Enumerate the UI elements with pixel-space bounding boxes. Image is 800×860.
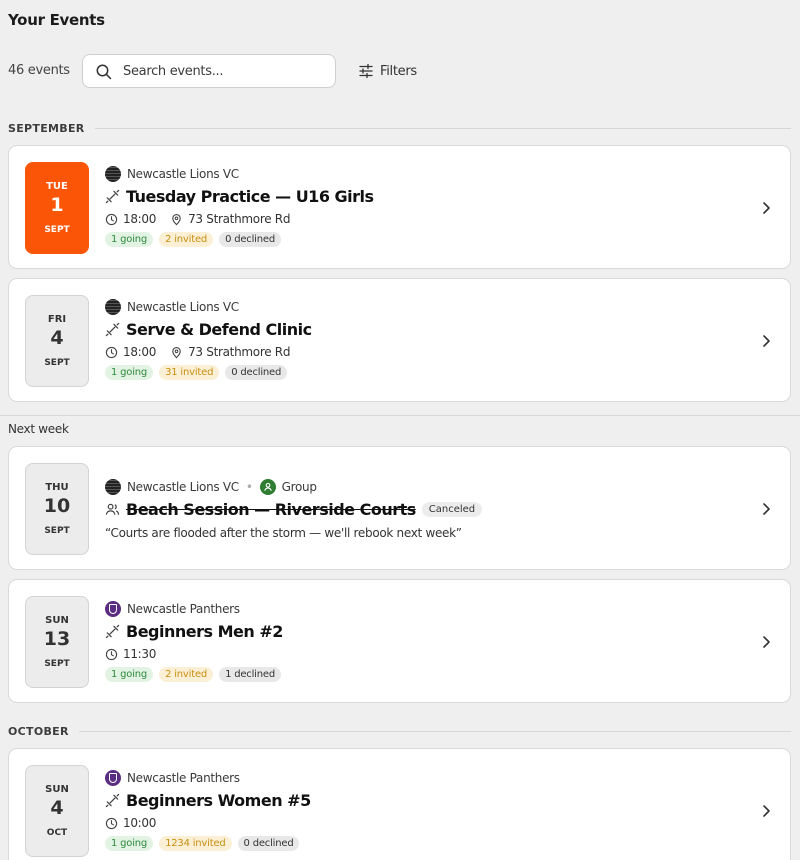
event-card[interactable]: TUE 1 SEPT Newcastle Lions VC Tuesday Pr… bbox=[8, 145, 791, 269]
event-time: 10:00 bbox=[123, 816, 157, 830]
date-month: SEPT bbox=[44, 225, 70, 235]
date-weekday: SUN bbox=[45, 615, 69, 626]
date-weekday: FRI bbox=[47, 314, 67, 325]
section-header-september: SEPTEMBER bbox=[8, 120, 791, 136]
search-icon bbox=[96, 64, 112, 80]
event-card[interactable]: SUN 13 SEPT Newcastle Panthers Beginners… bbox=[8, 579, 791, 703]
date-tile: THU 10 SEPT bbox=[25, 463, 89, 555]
section-divider bbox=[78, 730, 791, 732]
club-name: Newcastle Lions VC bbox=[127, 167, 239, 181]
panthers-logo-icon bbox=[105, 770, 121, 786]
page-title: Your Events bbox=[8, 11, 105, 29]
club-name: Newcastle Panthers bbox=[127, 771, 240, 785]
section-header-next-week: Next week bbox=[0, 415, 800, 441]
search-input[interactable] bbox=[123, 61, 323, 81]
clock-icon bbox=[105, 346, 118, 358]
group-label: Group bbox=[281, 480, 317, 494]
event-count: 46 events bbox=[8, 63, 70, 78]
declined-badge: 1 declined bbox=[219, 667, 281, 682]
lions-logo-icon bbox=[105, 166, 121, 182]
date-day: 4 bbox=[50, 327, 64, 349]
status-badge: Canceled bbox=[421, 501, 483, 517]
dumbbell-icon bbox=[105, 793, 120, 807]
date-tile: TUE 1 SEPT bbox=[25, 162, 89, 254]
section-title: OCTOBER bbox=[8, 724, 69, 738]
section-divider bbox=[94, 127, 791, 129]
going-badge: 1 going bbox=[105, 232, 154, 247]
clock-icon bbox=[105, 817, 118, 829]
filters-button[interactable]: Filters bbox=[358, 61, 417, 81]
search-box[interactable] bbox=[82, 54, 336, 88]
event-title: Beginners Women #5 bbox=[126, 790, 311, 810]
date-weekday: SUN bbox=[45, 784, 69, 795]
date-day: 13 bbox=[43, 628, 71, 650]
event-title: Beach Session — Riverside Courts bbox=[126, 499, 416, 519]
chevron-right-icon bbox=[763, 805, 770, 817]
sliders-icon bbox=[359, 63, 373, 79]
going-badge: 1 going bbox=[105, 365, 154, 380]
date-tile: SUN 13 SEPT bbox=[25, 596, 89, 688]
date-month: OCT bbox=[46, 828, 68, 838]
invited-badge: 31 invited bbox=[159, 365, 220, 380]
date-day: 10 bbox=[43, 495, 71, 517]
event-time: 18:00 bbox=[123, 212, 157, 226]
filters-label: Filters bbox=[380, 63, 417, 79]
chevron-right-icon bbox=[763, 503, 770, 515]
dumbbell-icon bbox=[105, 322, 120, 336]
going-badge: 1 going bbox=[105, 667, 154, 682]
date-month: SEPT bbox=[44, 659, 70, 669]
date-weekday: TUE bbox=[46, 181, 68, 192]
date-month: SEPT bbox=[44, 526, 70, 536]
location-pin-icon bbox=[172, 346, 181, 358]
section-title: SEPTEMBER bbox=[8, 121, 85, 135]
chevron-right-icon bbox=[763, 202, 770, 214]
event-card[interactable]: FRI 4 SEPT Newcastle Lions VC Serve & De… bbox=[8, 278, 791, 402]
event-time: 11:30 bbox=[123, 647, 157, 661]
section-header-october: OCTOBER bbox=[8, 723, 791, 739]
date-weekday: THU bbox=[45, 482, 69, 493]
event-title: Beginners Men #2 bbox=[126, 621, 283, 641]
group-icon bbox=[259, 479, 276, 495]
lions-logo-icon bbox=[105, 299, 121, 315]
section-title: Next week bbox=[8, 422, 69, 436]
date-day: 1 bbox=[50, 194, 64, 216]
event-card[interactable]: SUN 4 OCT Newcastle Panthers Beginners W… bbox=[8, 748, 791, 860]
date-month: SEPT bbox=[44, 358, 70, 368]
date-day: 4 bbox=[50, 797, 64, 819]
club-name: Newcastle Lions VC bbox=[127, 300, 239, 314]
declined-badge: 0 declined bbox=[225, 365, 288, 380]
clock-icon bbox=[105, 648, 118, 660]
cancellation-note: “Courts are flooded after the storm — we… bbox=[105, 526, 462, 540]
panthers-logo-icon bbox=[105, 601, 121, 617]
invited-badge: 2 invited bbox=[159, 667, 214, 682]
club-name: Newcastle Lions VC bbox=[127, 480, 239, 494]
event-location: 73 Strathmore Rd bbox=[188, 345, 291, 359]
going-badge: 1 going bbox=[105, 836, 154, 851]
declined-badge: 0 declined bbox=[237, 836, 300, 851]
invited-badge: 1234 invited bbox=[159, 836, 232, 851]
event-location: 73 Strathmore Rd bbox=[188, 212, 291, 226]
date-tile: FRI 4 SEPT bbox=[25, 295, 89, 387]
location-pin-icon bbox=[172, 213, 181, 225]
chevron-right-icon bbox=[763, 335, 770, 347]
event-title: Serve & Defend Clinic bbox=[126, 319, 312, 339]
dumbbell-icon bbox=[105, 189, 120, 203]
separator-dot: • bbox=[245, 480, 253, 494]
event-time: 18:00 bbox=[123, 345, 157, 359]
declined-badge: 0 declined bbox=[219, 232, 281, 247]
dumbbell-icon bbox=[105, 624, 120, 638]
clock-icon bbox=[105, 213, 118, 225]
event-card[interactable]: THU 10 SEPT Newcastle Lions VC • Group B… bbox=[8, 446, 791, 570]
lions-logo-icon bbox=[105, 479, 121, 495]
toolbar: 46 events Filters bbox=[8, 54, 788, 88]
date-tile: SUN 4 OCT bbox=[25, 765, 89, 857]
invited-badge: 2 invited bbox=[159, 232, 214, 247]
people-icon bbox=[105, 503, 120, 515]
club-name: Newcastle Panthers bbox=[127, 602, 240, 616]
chevron-right-icon bbox=[763, 636, 770, 648]
event-title: Tuesday Practice — U16 Girls bbox=[126, 186, 374, 206]
